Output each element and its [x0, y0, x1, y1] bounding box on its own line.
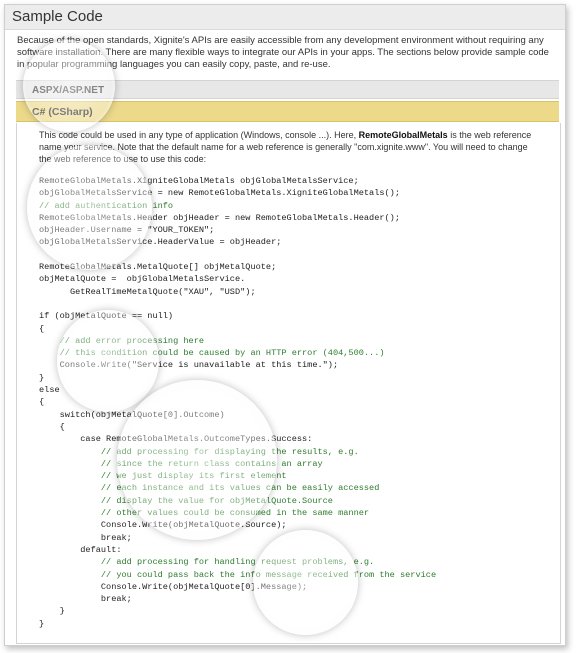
- desc-web-reference: RemoteGlobalMetals: [358, 130, 448, 140]
- code-line: case RemoteGlobalMetals.OutcomeTypes.Suc…: [39, 434, 313, 445]
- code-line: }: [39, 606, 65, 617]
- code-line: objMetalQuote = objGlobalMetalsService.: [39, 274, 246, 285]
- code-line: else: [39, 385, 60, 396]
- code-comment-line: // add error processing here: [39, 335, 205, 346]
- tab-csharp[interactable]: C# (CSharp): [16, 101, 559, 122]
- code-line: {: [39, 323, 45, 334]
- code-line: break;: [39, 594, 132, 605]
- code-comment-line: // add authentication info: [39, 200, 174, 211]
- code-block[interactable]: RemoteGlobalMetals.XigniteGlobalMetals o…: [39, 175, 436, 630]
- code-line: default:: [39, 544, 122, 555]
- code-line: break;: [39, 532, 132, 543]
- code-line: Console.Write(objMetalQuote.Source);: [39, 520, 287, 531]
- code-line: {: [39, 421, 65, 432]
- code-comment-line: // each instance and its values can be e…: [39, 483, 380, 494]
- code-comment-line: // this condition could be caused by an …: [39, 348, 385, 359]
- code-comment-line: // other values could be consumed in the…: [39, 508, 370, 519]
- code-comment-line: // add processing for handling request p…: [39, 557, 375, 568]
- code-line: Console.Write("Service is unavailable at…: [39, 360, 339, 371]
- code-line: objGlobalMetalsService.HeaderValue = obj…: [39, 237, 282, 248]
- code-line: Console.Write(objMetalQuote[0].Message);: [39, 581, 308, 592]
- code-comment-line: // since the return class contains an ar…: [39, 458, 323, 469]
- code-line: RemoteGlobalMetals.MetalQuote[] objMetal…: [39, 262, 277, 273]
- code-panel: This code could be used in any type of a…: [16, 123, 561, 644]
- code-comment-line: // display the value for objMetalQuote.S…: [39, 495, 333, 506]
- code-line: RemoteGlobalMetals.Header objHeader = ne…: [39, 212, 400, 223]
- code-comment-line: // add processing for displaying the res…: [39, 446, 359, 457]
- code-comment-line: // we just display its first element: [39, 471, 287, 482]
- sample-code-card: Sample Code Because of the open standard…: [4, 4, 566, 646]
- tab-aspx[interactable]: ASPX/ASP.NET: [16, 80, 559, 99]
- code-line: GetRealTimeMetalQuote("XAU", "USD");: [39, 286, 256, 297]
- page-title: Sample Code: [5, 5, 565, 30]
- code-line: }: [39, 618, 45, 629]
- desc-text-pre: This code could be used in any type of a…: [39, 130, 359, 140]
- code-comment-line: // you could pass back the info message …: [39, 569, 437, 580]
- code-line: if (objMetalQuote == null): [39, 311, 174, 322]
- code-line: }: [39, 372, 45, 383]
- intro-text: Because of the open standards, Xignite's…: [17, 35, 549, 70]
- code-description: This code could be used in any type of a…: [39, 129, 539, 165]
- code-line: objGlobalMetalsService = new RemoteGloba…: [39, 188, 400, 199]
- code-line: {: [39, 397, 45, 408]
- code-line: switch(objMetalQuote[0].Outcome): [39, 409, 225, 420]
- code-line: objHeader.Username = "YOUR_TOKEN";: [39, 225, 215, 236]
- code-line: RemoteGlobalMetals.XigniteGlobalMetals o…: [39, 176, 359, 186]
